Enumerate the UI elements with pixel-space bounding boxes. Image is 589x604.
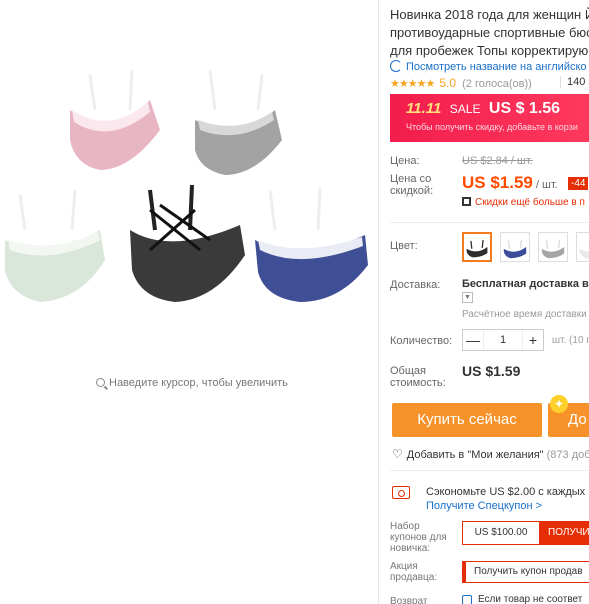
bra-thumb-icon [503,239,527,259]
color-swatch-white[interactable] [576,232,589,262]
magnifier-icon [96,378,105,387]
quantity-plus-button[interactable]: + [523,330,543,350]
saving-text: Сэкономьте US $2.00 с каждых US [426,486,589,498]
discount-price-label: Цена со скидкой: [390,173,434,197]
old-price: US $2.84 / шт. [462,155,533,167]
sale-note: Чтобы получить скидку, добавьте в корзи [406,122,578,132]
sale-banner: 11.11 SALE US $ 1.56 Чтобы получить скид… [390,94,589,142]
quantity-minus-button[interactable]: — [463,330,483,350]
new-buyer-coupon-label: Набор купонов для новичка: [390,521,447,554]
discount-price: US $1.59/ шт. [462,173,558,192]
return-policy-text: Если товар не соответ [478,594,583,604]
get-special-coupon-link[interactable]: Получите Спецкупон > [426,500,542,512]
translate-link[interactable]: Посмотреть название на английско [390,60,587,73]
seller-promo-label: Акция продавца: [390,561,438,583]
image-gallery: Наведите курсор, чтобы увеличить [0,0,378,604]
total-label: Общая стоимость: [390,365,446,389]
new-buyer-coupon-value: US $100.00 [462,521,540,545]
quantity-stepper: — 1 + [462,329,544,351]
bra-thumb-icon [466,239,488,258]
shipping-estimate: Расчётное время доставки [462,309,587,320]
rating-stars-icon: ★★★★★ [390,78,435,90]
qr-code-icon [462,197,471,206]
bra-thumb-icon [541,239,565,259]
shipping-value: Бесплатная доставка в Ru [462,278,589,290]
bra-thumb-icon [579,248,589,259]
cart-badge-icon: ✦ [550,395,568,413]
price-label: Цена: [390,155,420,167]
rating-value: 5.0 [439,76,457,90]
total-value: US $1.59 [462,363,521,379]
color-swatch-black[interactable] [462,232,492,262]
bra-mint [5,189,105,302]
quantity-note: шт. (10 п [552,335,589,346]
coupon-icon [392,486,410,499]
color-swatch-gray[interactable] [538,232,568,262]
return-label: Возврат [390,596,428,604]
heart-icon: ♡ [392,447,403,461]
bra-black [130,184,245,302]
chevron-down-icon[interactable]: ▼ [462,292,473,303]
shield-icon [462,595,472,604]
product-image[interactable] [0,40,378,310]
quantity-label: Количество: [390,335,453,347]
seller-coupon-button[interactable]: Получить купон продав [462,561,589,583]
translate-icon [390,60,402,72]
add-to-wishlist[interactable]: ♡Добавить в "Мои желания" (873 доба [392,447,589,461]
divider [378,0,379,604]
bra-blue [255,187,368,302]
sale-tag: 11.11 [406,100,442,117]
bra-pink [70,69,160,170]
separator [390,470,589,471]
sale-price: US $ 1.56 [488,100,561,117]
shipping-label: Доставка: [390,279,441,291]
orders-count: 140 з [560,76,589,88]
separator [390,222,589,223]
wishlist-count: (873 доба [546,449,589,461]
rating-row: ★★★★★ 5.0 (2 голоса(ов)) 140 з [390,76,589,90]
rating-votes[interactable]: (2 голоса(ов)) [462,78,532,90]
product-info: Новинка 2018 года для женщин Й противоуд… [390,0,589,604]
color-swatch-blue[interactable] [500,232,530,262]
coupon-link[interactable]: Скидки ещё больше в п [462,197,585,208]
buy-now-button[interactable]: Купить сейчас [392,403,542,437]
sale-word: SALE [449,102,481,116]
get-coupon-button[interactable]: ПОЛУЧИ [540,521,589,545]
discount-badge: -44 [568,177,589,190]
bra-gray [195,69,282,175]
zoom-hint: Наведите курсор, чтобы увеличить [96,377,288,389]
quantity-input[interactable]: 1 [483,330,523,350]
product-title: Новинка 2018 года для женщин Й противоуд… [390,7,589,58]
color-label: Цвет: [390,240,418,252]
